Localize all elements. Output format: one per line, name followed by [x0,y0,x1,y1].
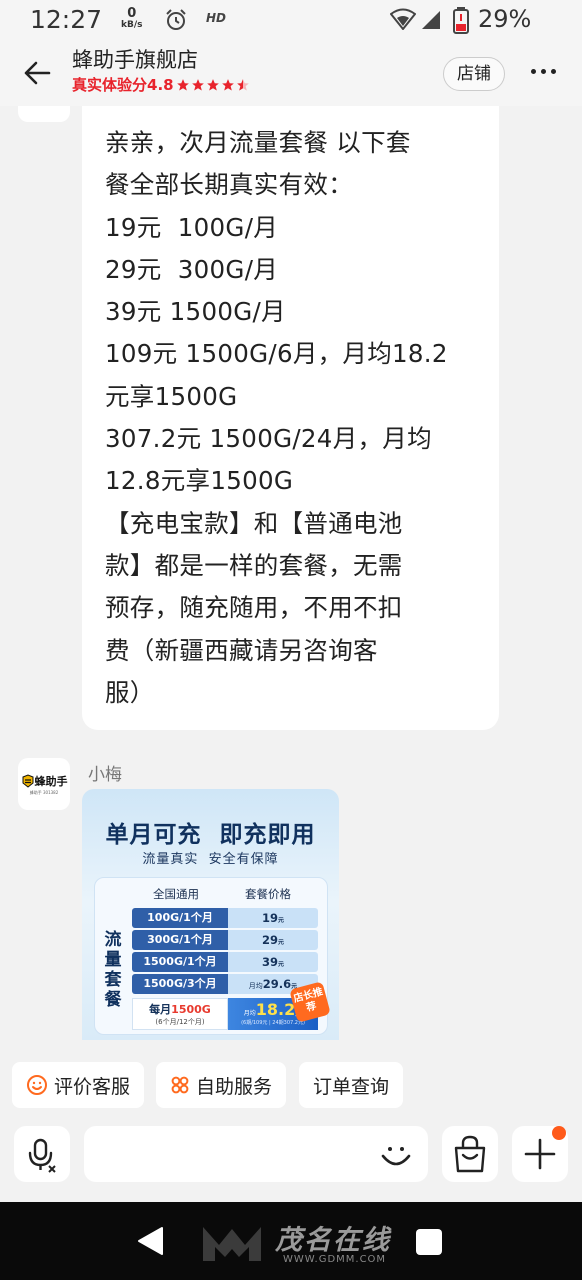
agent-avatar[interactable]: 蜂助手 蜂助手 301382 [18,758,70,810]
quick-action-label: 订单查询 [313,1075,390,1098]
avatar[interactable] [18,106,70,122]
promo-featured-price-prefix: 月均 [243,1010,256,1017]
star-icon [191,78,204,91]
promo-featured-duration: (6个月/12个月) [155,1018,205,1026]
promo-plan-featured: 每月1500G (6个月/12个月) [132,998,228,1030]
promo-side-label: 流量套餐 [104,930,122,1010]
half-star-icon [236,78,249,91]
promo-price-unit: 元 [278,917,285,924]
promo-subtitle: 流量真实 安全有保障 [142,852,279,867]
wifi-icon [390,8,416,30]
promo-plan: 1500G/1个月 [132,952,228,972]
speed-value: 0 [127,6,137,21]
signal-icon [422,11,440,29]
promo-price-value: 29 [261,933,278,947]
promo-row: 100G/1个月 19元 [132,908,318,928]
store-rating: 真实体验分4.8 [72,74,251,95]
promo-price: 19元 [228,908,318,928]
promo-price: 39元 [228,952,318,972]
chat-header: 蜂助手旗舰店 真实体验分4.8 店铺 [0,40,582,106]
watermark-url: WWW.GDMM.COM [283,1254,387,1265]
hd-indicator: HD [206,11,227,25]
promo-row-featured: 每月1500G (6个月/12个月) 月均18.2元 (6期/109元 | 24… [132,998,318,1030]
message-text: 亲亲，次月流量套餐 以下套 餐全部长期真实有效： 19元 100G/月 29元 … [105,128,448,707]
grid-flower-icon [170,1075,190,1095]
alarm-icon [166,9,186,30]
bee-logo-icon [22,773,33,788]
quick-action-label: 自助服务 [196,1075,273,1098]
promo-price-value: 29.6 [262,977,292,991]
quick-actions-bar: 评价客服 自助服务 订单查询 [0,1052,582,1120]
promo-featured-amount: 1500G [171,1003,211,1016]
store-button[interactable]: 店铺 [443,57,505,91]
battery-percent: 29% [478,5,532,33]
sender-name: 小梅 [88,765,122,785]
nav-back-icon[interactable] [136,1226,164,1256]
emoji-icon[interactable] [379,1138,413,1172]
star-icon [206,78,219,91]
store-name[interactable]: 蜂助手旗舰店 [72,44,198,74]
watermark-text: 茂名在线 [275,1225,391,1256]
promo-price: 29元 [228,930,318,950]
promo-row: 300G/1个月 29元 [132,930,318,950]
brand-logo-text: 蜂助手 [34,774,68,788]
promo-title: 单月可充 即充即用 [105,822,316,848]
quick-action-label: 评价客服 [54,1075,131,1098]
brand-logo-sub: 蜂助手 301382 [29,789,59,795]
promo-price-table: 流量套餐 全国通用 套餐价格 100G/1个月 19元 300G/1个月 29元… [94,877,328,1035]
promo-price-unit: 元 [278,961,285,968]
back-arrow-icon[interactable] [22,58,52,88]
status-bar: 12:27 0 kB/s HD 29% [0,0,582,40]
smile-icon [26,1074,48,1096]
microphone-icon [28,1138,56,1173]
more-options-icon[interactable] [531,69,556,74]
promo-col-price: 套餐价格 [245,887,291,901]
notification-dot [552,1126,566,1140]
promo-plan: 1500G/3个月 [132,974,228,994]
quick-action-order-query[interactable]: 订单查询 [299,1062,404,1108]
promo-price-unit: 元 [278,939,285,946]
promo-price-value: 39 [261,955,278,969]
network-speed: 0 kB/s [121,7,143,30]
quick-action-review[interactable]: 评价客服 [12,1062,145,1108]
voice-input-button[interactable] [14,1126,70,1182]
promo-price-prefix: 月均 [248,982,263,990]
promo-price-value: 19 [261,911,278,925]
nav-recents-icon[interactable] [416,1229,442,1255]
speed-unit: kB/s [121,20,143,30]
watermark-logo-icon [203,1227,261,1261]
shopping-bag-icon [454,1135,486,1173]
status-time: 12:27 [30,5,103,34]
message-input[interactable] [84,1126,428,1182]
promo-plan: 100G/1个月 [132,908,228,928]
star-icon [176,78,189,91]
promo-plan: 300G/1个月 [132,930,228,950]
quick-action-self-service[interactable]: 自助服务 [156,1062,287,1108]
system-nav-bar: 茂名在线 WWW.GDMM.COM [0,1202,582,1280]
promo-col-plan: 全国通用 [153,887,199,901]
star-icon [221,78,234,91]
message-input-bar [0,1120,582,1202]
message-bubble: 亲亲，次月流量套餐 以下套 餐全部长期真实有效： 19元 100G/月 29元 … [82,106,499,730]
battery-icon [453,7,469,34]
brand-logo: 蜂助手 [21,773,68,789]
promo-featured-price: 18.2 [255,1000,296,1019]
promo-row: 1500G/1个月 39元 [132,952,318,972]
product-bag-button[interactable] [442,1126,498,1182]
rating-label: 真实体验分4.8 [72,76,174,94]
promo-featured-prefix: 每月 [149,1003,172,1016]
promo-image-card[interactable]: 单月可充 即充即用 流量真实 安全有保障 流量套餐 全国通用 套餐价格 100G… [82,789,339,1040]
